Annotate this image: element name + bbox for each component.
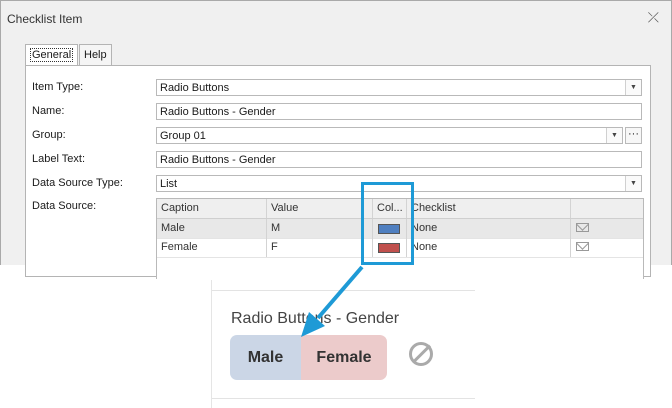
title-bar: Checklist Item ⤫	[1, 1, 671, 35]
row-action[interactable]	[571, 238, 643, 257]
data-source-type-label: Data Source Type:	[32, 177, 123, 189]
data-source-type-value: List	[160, 178, 178, 190]
row-value[interactable]: M	[267, 219, 373, 238]
item-type-label: Item Type:	[32, 81, 84, 93]
divider	[212, 398, 475, 399]
item-type-value: Radio Buttons	[160, 82, 230, 94]
column-header-caption[interactable]: Caption	[157, 199, 267, 218]
radio-option-male[interactable]: Male	[230, 335, 301, 380]
item-type-select[interactable]: Radio Buttons ▼	[156, 79, 642, 96]
clear-selection-icon[interactable]	[409, 342, 433, 366]
checklist-item-dialog: Checklist Item ⤫ General Help Item Type:…	[0, 0, 672, 279]
group-value: Group 01	[160, 130, 206, 142]
name-label: Name:	[32, 105, 65, 117]
divider	[212, 290, 475, 291]
radio-option-female[interactable]: Female	[301, 335, 387, 380]
chevron-down-icon[interactable]: ▼	[625, 176, 641, 191]
label-text-field[interactable]: Radio Buttons - Gender	[156, 151, 642, 168]
column-header-value[interactable]: Value	[267, 199, 373, 218]
row-caption[interactable]: Female	[157, 238, 267, 257]
chevron-down-icon[interactable]: ▼	[625, 80, 641, 95]
label-text-label: Label Text:	[32, 153, 86, 165]
column-header-checklist[interactable]: Checklist	[407, 199, 571, 218]
tab-help-label: Help	[84, 49, 107, 61]
row-checklist[interactable]: None	[407, 219, 571, 238]
group-ellipsis-button[interactable]: ···	[625, 127, 642, 144]
name-field[interactable]: Radio Buttons - Gender	[156, 103, 642, 120]
name-value: Radio Buttons - Gender	[160, 106, 276, 118]
window-title: Checklist Item	[7, 12, 83, 26]
row-checklist[interactable]: None	[407, 238, 571, 257]
empty-cell	[157, 257, 267, 276]
radio-preview: Radio Buttons - Gender Male Female	[211, 280, 475, 408]
general-panel: Item Type: Radio Buttons ▼ Name: Radio B…	[25, 65, 651, 279]
row-action[interactable]	[571, 219, 643, 238]
color-column-highlight	[361, 182, 414, 265]
close-icon[interactable]: ⤫	[648, 9, 659, 26]
envelope-icon[interactable]	[576, 223, 589, 232]
row-caption[interactable]: Male	[157, 219, 267, 238]
row-value[interactable]: F	[267, 238, 373, 257]
group-label: Group:	[32, 129, 66, 141]
tab-general-label: General	[30, 48, 74, 62]
group-select[interactable]: Group 01 ▼	[156, 127, 623, 144]
envelope-icon[interactable]	[576, 242, 589, 251]
tab-general[interactable]: General	[25, 44, 79, 67]
chevron-down-icon[interactable]: ▼	[606, 128, 622, 143]
preview-label: Radio Buttons - Gender	[231, 310, 400, 327]
tab-help[interactable]: Help	[79, 44, 112, 66]
data-source-label: Data Source:	[32, 200, 97, 212]
column-header-actions	[571, 199, 643, 218]
label-text-value: Radio Buttons - Gender	[160, 154, 276, 166]
